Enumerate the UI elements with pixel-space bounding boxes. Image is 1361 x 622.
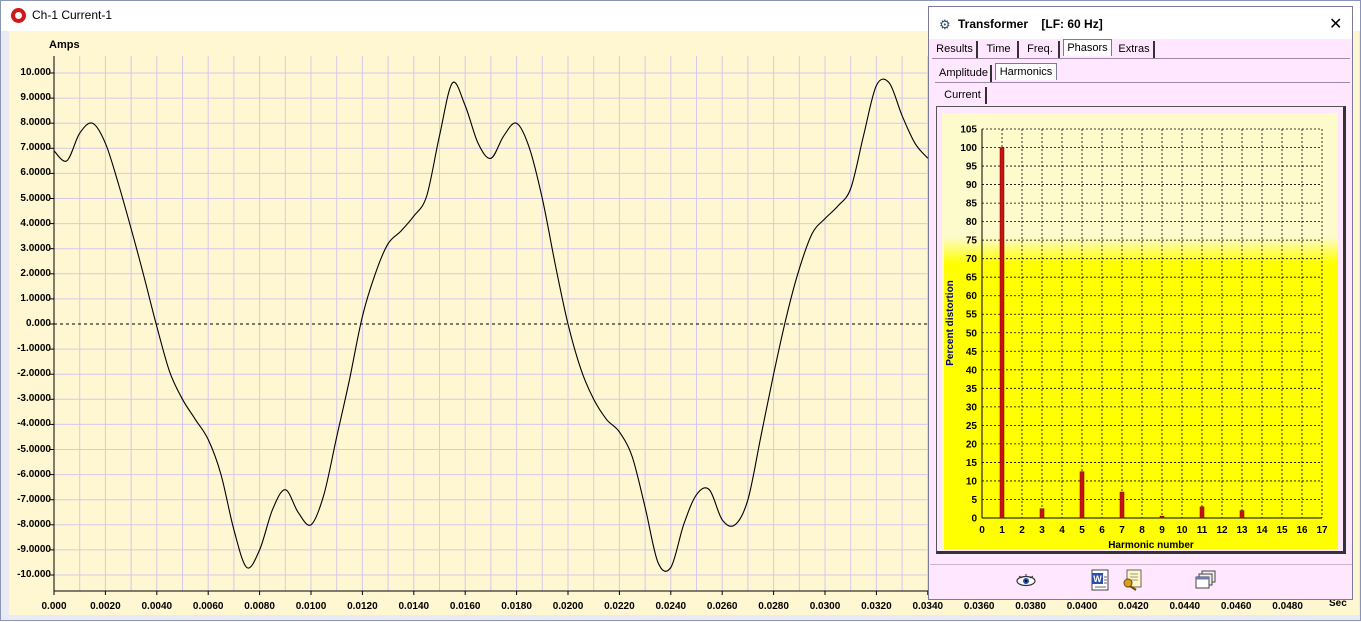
harm-x-tick-label: 11	[1197, 525, 1208, 536]
harm-y-tick-label: 90	[966, 180, 978, 191]
harm-x-tick-label: 9	[1159, 525, 1165, 536]
harm-x-tick-label: 12	[1216, 525, 1228, 536]
harm-x-axis-label: Harmonic number	[1108, 540, 1194, 551]
eye-icon[interactable]	[1015, 569, 1037, 591]
harmonic-bar	[1079, 471, 1085, 519]
harm-y-tick-label: 80	[966, 217, 978, 228]
harm-y-tick-label: 50	[966, 328, 978, 339]
harm-x-tick-label: 8	[1139, 525, 1145, 536]
harm-x-tick-label: 10	[1176, 525, 1188, 536]
harm-x-tick-label: 6	[1099, 525, 1105, 536]
harm-y-tick-label: 60	[966, 291, 978, 302]
harm-x-tick-label: 1	[999, 525, 1005, 536]
harm-y-tick-label: 25	[966, 421, 978, 432]
harm-y-tick-label: 95	[966, 162, 978, 173]
harm-x-tick-label: 13	[1236, 525, 1248, 536]
harm-y-tick-label: 55	[966, 310, 978, 321]
harmonics-chart: 0510152025303540455055606570758085909510…	[944, 116, 1338, 551]
harm-y-tick-label: 10	[966, 476, 978, 487]
copy-windows-icon[interactable]	[1195, 569, 1217, 591]
harmonic-bar	[1039, 508, 1045, 519]
harmonic-bar	[999, 147, 1005, 519]
harm-y-tick-label: 105	[960, 125, 977, 136]
harm-y-tick-label: 85	[966, 199, 978, 210]
harm-y-tick-label: 40	[966, 365, 978, 376]
harmonic-bar	[1199, 506, 1205, 519]
harm-x-tick-label: 17	[1316, 525, 1328, 536]
harm-y-tick-label: 5	[971, 495, 977, 506]
harm-x-tick-label: 16	[1296, 525, 1308, 536]
harm-y-tick-label: 20	[966, 439, 978, 450]
harm-y-tick-label: 15	[966, 458, 978, 469]
harm-y-tick-label: 35	[966, 384, 978, 395]
harm-y-tick-label: 70	[966, 254, 978, 265]
harm-y-tick-label: 65	[966, 273, 978, 284]
harm-x-tick-label: 0	[979, 525, 985, 536]
harm-y-axis-label: Percent distortion	[945, 280, 956, 366]
word-document-icon[interactable]: W	[1090, 569, 1112, 591]
settings-key-icon[interactable]	[1121, 569, 1143, 591]
harm-x-tick-label: 4	[1059, 525, 1065, 536]
harm-x-tick-label: 15	[1276, 525, 1288, 536]
svg-text:W: W	[1093, 574, 1102, 584]
harm-y-tick-label: 0	[971, 514, 977, 525]
harm-y-tick-label: 45	[966, 347, 978, 358]
harm-x-tick-label: 14	[1256, 525, 1268, 536]
harm-x-tick-label: 7	[1119, 525, 1125, 536]
harm-y-tick-label: 100	[960, 143, 977, 154]
harm-y-tick-label: 75	[966, 236, 978, 247]
harm-x-tick-label: 3	[1039, 525, 1045, 536]
harmonic-bar	[1239, 510, 1245, 519]
harmonic-bar	[1159, 515, 1165, 519]
harmonic-bar	[1119, 491, 1125, 519]
harm-y-tick-label: 30	[966, 402, 978, 413]
harm-x-tick-label: 5	[1079, 525, 1085, 536]
harm-x-tick-label: 2	[1019, 525, 1025, 536]
